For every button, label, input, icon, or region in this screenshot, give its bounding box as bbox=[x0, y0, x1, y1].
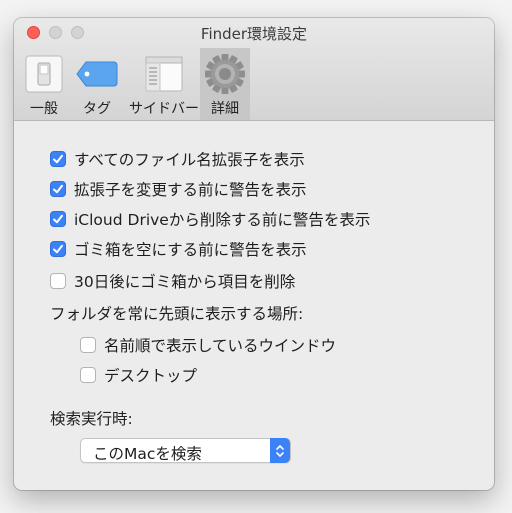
gear-icon bbox=[203, 52, 247, 96]
option-show-extensions[interactable]: すべてのファイル名拡張子を表示 bbox=[50, 148, 305, 170]
tab-general[interactable]: 一般 bbox=[20, 48, 68, 120]
checkmark-icon bbox=[53, 154, 63, 164]
option-label: すべてのファイル名拡張子を表示 bbox=[74, 151, 305, 169]
option-warn-icloud-delete[interactable]: iCloud Driveから削除する前に警告を表示 bbox=[50, 208, 370, 230]
titlebar: Finder環境設定 一般 タグ サイドバー 詳細 bbox=[14, 18, 494, 121]
light-switch-icon bbox=[22, 52, 66, 96]
checkmark-icon bbox=[53, 184, 63, 194]
checkbox-folders-first-windows[interactable] bbox=[80, 337, 96, 353]
option-label: 30日後にゴミ箱から項目を削除 bbox=[74, 273, 296, 291]
option-label: iCloud Driveから削除する前に警告を表示 bbox=[74, 211, 371, 229]
sidebar-icon bbox=[142, 52, 186, 96]
checkmark-icon bbox=[53, 214, 63, 224]
checkbox-folders-first-desktop[interactable] bbox=[80, 367, 96, 383]
option-label: ゴミ箱を空にする前に警告を表示 bbox=[74, 241, 307, 259]
search-heading: 検索実行時: bbox=[50, 410, 133, 428]
option-folders-first-windows[interactable]: 名前順で表示しているウインドウ bbox=[80, 334, 336, 356]
option-remove-trash-30-days[interactable]: 30日後にゴミ箱から項目を削除 bbox=[50, 270, 295, 292]
option-warn-extension-change[interactable]: 拡張子を変更する前に警告を表示 bbox=[50, 178, 307, 200]
option-label: 名前順で表示しているウインドウ bbox=[104, 337, 337, 355]
search-scope-value: このMacを検索 bbox=[93, 445, 202, 463]
checkbox-remove-trash-30-days[interactable] bbox=[50, 273, 66, 289]
tab-general-label: 一般 bbox=[30, 101, 58, 117]
tab-sidebar[interactable]: サイドバー bbox=[124, 48, 204, 120]
checkbox-warn-extension-change[interactable] bbox=[50, 181, 66, 197]
tab-advanced[interactable]: 詳細 bbox=[200, 48, 250, 120]
tab-advanced-label: 詳細 bbox=[211, 101, 239, 117]
checkbox-show-extensions[interactable] bbox=[50, 151, 66, 167]
window-title: Finder環境設定 bbox=[200, 25, 308, 43]
tab-sidebar-label: サイドバー bbox=[129, 101, 199, 117]
search-scope-popup[interactable]: このMacを検索 bbox=[80, 438, 291, 463]
tab-tags[interactable]: タグ bbox=[72, 48, 122, 120]
checkbox-warn-empty-trash[interactable] bbox=[50, 241, 66, 257]
checkbox-warn-icloud-delete[interactable] bbox=[50, 211, 66, 227]
option-label: 拡張子を変更する前に警告を表示 bbox=[74, 181, 307, 199]
option-warn-empty-trash[interactable]: ゴミ箱を空にする前に警告を表示 bbox=[50, 238, 307, 260]
tag-icon bbox=[75, 52, 119, 96]
chevron-up-down-icon bbox=[270, 438, 290, 463]
tab-tags-label: タグ bbox=[83, 101, 111, 117]
advanced-pane: すべてのファイル名拡張子を表示 拡張子を変更する前に警告を表示 iCloud D… bbox=[14, 121, 494, 490]
checkmark-icon bbox=[53, 244, 63, 254]
folders-first-heading: フォルダを常に先頭に表示する場所: bbox=[50, 305, 304, 323]
finder-preferences-window: Finder環境設定 一般 タグ サイドバー 詳細 すべてのファイル名拡張子を表… bbox=[14, 18, 494, 490]
option-label: デスクトップ bbox=[104, 367, 198, 385]
option-folders-first-desktop[interactable]: デスクトップ bbox=[80, 364, 197, 386]
